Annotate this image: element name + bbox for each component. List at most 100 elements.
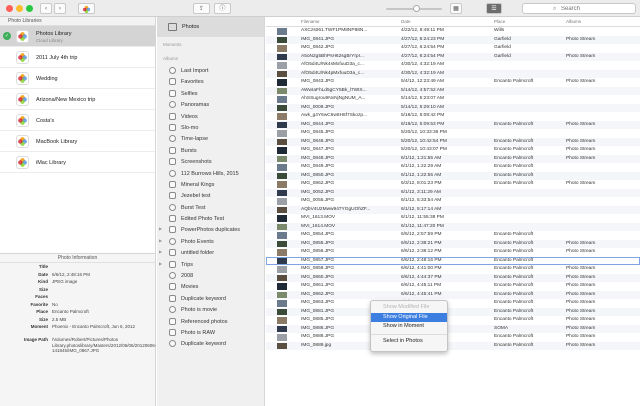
table-row[interactable]: IMG_0861.JPG 6/6/12, 4:45:11 PM Encanto Pa… bbox=[266, 282, 640, 291]
table-row[interactable]: AWwIaFhLd5gCY5Bk_l7WtX... 5/14/12, 4:57:5… bbox=[266, 86, 640, 95]
table-row[interactable]: IMG_0009.JPG 5/14/12, 5:29:10 AM bbox=[266, 103, 640, 112]
column-albums[interactable]: Albums bbox=[566, 19, 581, 24]
sidebar-item[interactable]: ▶ PowerPhotos duplicates bbox=[157, 224, 264, 235]
sidebar-item[interactable]: Panoramas bbox=[157, 99, 264, 110]
sidebar-item[interactable]: 2008 bbox=[157, 270, 264, 281]
photo-thumbnail[interactable] bbox=[277, 113, 287, 120]
disclosure-triangle-icon[interactable]: ▶ bbox=[159, 226, 162, 231]
photo-thumbnail[interactable] bbox=[277, 121, 287, 128]
table-row[interactable]: IMG_0862.JPG 6/3/12, 8:01:23 PM Encanto Pa… bbox=[266, 180, 640, 189]
library-item[interactable]: 2011 July 4th trip bbox=[0, 47, 155, 68]
photo-thumbnail[interactable] bbox=[277, 147, 287, 154]
photo-thumbnail[interactable] bbox=[277, 257, 287, 264]
table-row[interactable]: IMG_0848.JPG 6/1/12, 1:21:55 AM Encanto Pa… bbox=[266, 154, 640, 163]
sidebar-item[interactable]: Movies bbox=[157, 281, 264, 292]
photo-thumbnail[interactable] bbox=[277, 36, 287, 43]
column-filename[interactable]: Filename bbox=[301, 19, 320, 24]
photo-thumbnail[interactable] bbox=[277, 223, 287, 230]
back-button[interactable]: ‹ bbox=[40, 3, 52, 14]
sidebar-item[interactable]: Photo is RAW bbox=[157, 327, 264, 338]
table-row[interactable]: A5oN2g5BhPsH62sgBrYrpI... 4/27/12, 6:24:5… bbox=[266, 52, 640, 61]
table-row[interactable]: IMG_0844.JPG 6/19/12, 5:09:53 PM Encanto P… bbox=[266, 120, 640, 129]
sidebar-item[interactable]: Bursts bbox=[157, 145, 264, 156]
table-row[interactable]: AhSSugrou9NxNjNgNUM_A... 5/14/12, 5:23:07… bbox=[266, 95, 640, 104]
sidebar-item[interactable]: Duplicate keyword bbox=[157, 338, 264, 349]
photo-thumbnail[interactable] bbox=[277, 283, 287, 290]
photo-thumbnail[interactable] bbox=[277, 266, 287, 273]
photo-thumbnail[interactable] bbox=[277, 155, 287, 162]
photo-thumbnail[interactable] bbox=[277, 334, 287, 341]
photo-thumbnail[interactable] bbox=[277, 274, 287, 281]
table-row[interactable]: IMG_0858.JPG 6/6/12, 4:41:00 PM Encanto Pa… bbox=[266, 265, 640, 274]
menu-show-original-file[interactable]: Show Original File bbox=[371, 312, 447, 322]
photo-thumbnail[interactable] bbox=[277, 104, 287, 111]
sidebar-item[interactable]: Photo is movie bbox=[157, 304, 264, 315]
photo-thumbnail[interactable] bbox=[277, 317, 287, 324]
search-input[interactable] bbox=[561, 5, 631, 13]
library-item[interactable]: Wedding bbox=[0, 68, 155, 89]
photo-thumbnail[interactable] bbox=[277, 138, 287, 145]
photo-thumbnail[interactable] bbox=[277, 79, 287, 86]
forward-button[interactable]: › bbox=[54, 3, 66, 14]
disclosure-triangle-icon[interactable]: ▶ bbox=[159, 249, 162, 254]
table-row[interactable]: IMG_0850.JPG 6/1/12, 1:22:55 AM Encanto Pa… bbox=[266, 171, 640, 180]
sidebar-item[interactable]: Mineral Kings bbox=[157, 179, 264, 190]
column-date[interactable]: Date bbox=[401, 19, 411, 24]
zoom-slider-knob[interactable] bbox=[413, 5, 420, 12]
list-view-button[interactable]: ☰ bbox=[486, 3, 502, 14]
photo-thumbnail[interactable] bbox=[277, 70, 287, 77]
photo-thumbnail[interactable] bbox=[277, 172, 287, 179]
table-row[interactable]: MVI_1614.MOV 6/1/12, 11:47:20 PM bbox=[266, 222, 640, 231]
search-field[interactable]: ⌕ bbox=[522, 3, 636, 14]
sidebar-item-photos[interactable]: Photos bbox=[157, 17, 264, 37]
table-row[interactable]: AfO5d4U/Nk4pMxfuuD3a_c... 4/30/12, 4:32:1… bbox=[266, 69, 640, 78]
table-row[interactable]: IMG_0856.JPG 6/6/12, 2:38:12 PM Encanto Pa… bbox=[266, 248, 640, 257]
table-row[interactable]: IMG_0846.JPG 5/20/12, 10:42:54 PM Encanto … bbox=[266, 137, 640, 146]
table-row[interactable]: IMG_0841.JPG 4/27/12, 6:24:23 PM Garfield P… bbox=[266, 35, 640, 44]
sidebar-item[interactable]: Edited Photo Test bbox=[157, 213, 264, 224]
photo-thumbnail[interactable] bbox=[277, 325, 287, 332]
photos-app-button[interactable] bbox=[78, 3, 95, 14]
disclosure-triangle-icon[interactable]: ▶ bbox=[159, 238, 162, 243]
photo-thumbnail[interactable] bbox=[277, 45, 287, 52]
grid-view-button[interactable]: ▦ bbox=[450, 3, 462, 14]
table-row[interactable]: IMG_0845.JPG 5/20/12, 10:33:36 PM bbox=[266, 129, 640, 138]
sidebar-item[interactable]: 112 Burrows Hills, 2015 bbox=[157, 168, 264, 179]
photo-thumbnail[interactable] bbox=[277, 240, 287, 247]
sidebar-item[interactable]: ▶ Photo Events bbox=[157, 236, 264, 247]
menu-show-in-moment[interactable]: Show in Moment bbox=[371, 322, 447, 332]
minimize-window-button[interactable] bbox=[16, 5, 23, 12]
table-row[interactable]: MVI_1613.MOV 6/1/12, 11:55:38 PM bbox=[266, 214, 640, 223]
photo-thumbnail[interactable] bbox=[277, 249, 287, 256]
disclosure-triangle-icon[interactable]: ▶ bbox=[159, 261, 162, 266]
sidebar-item[interactable]: Screenshots bbox=[157, 156, 264, 167]
table-row[interactable]: IMG_0842.JPG 4/27/12, 6:24:54 PM Garfield bbox=[266, 44, 640, 53]
table-row[interactable]: IMG_0862.JPG 6/6/12, 4:45:41 PM Encanto Pa… bbox=[266, 290, 640, 299]
table-row[interactable]: Awk_g4Y6wC6w8H6f7Skozp... 5/18/12, 5:08:4… bbox=[266, 112, 640, 121]
table-row[interactable]: IMG_0860.JPG 6/6/12, 4:44:37 PM Encanto Pa… bbox=[266, 273, 640, 282]
column-place[interactable]: Place bbox=[494, 19, 505, 24]
sidebar-item[interactable]: Burst Test bbox=[157, 202, 264, 213]
photo-thumbnail[interactable] bbox=[277, 342, 287, 349]
sidebar-section-moments[interactable]: Moments bbox=[157, 37, 264, 51]
sidebar-item[interactable]: Selfies bbox=[157, 88, 264, 99]
photo-thumbnail[interactable] bbox=[277, 189, 287, 196]
share-button[interactable]: ⇪ bbox=[193, 3, 210, 14]
library-item[interactable]: MacBook Library bbox=[0, 131, 155, 152]
sidebar-item[interactable]: Jezebel test bbox=[157, 190, 264, 201]
table-row[interactable]: IMG_0052.JPG 6/1/12, 3:11:29 AM bbox=[266, 188, 640, 197]
photo-thumbnail[interactable] bbox=[277, 206, 287, 213]
photo-thumbnail[interactable] bbox=[277, 62, 287, 69]
sidebar-item[interactable]: Duplicate keyword bbox=[157, 293, 264, 304]
photo-thumbnail[interactable] bbox=[277, 96, 287, 103]
table-row[interactable]: AQbV4U2Mww947YGgUOhZF... 6/1/12, 5:17:14 … bbox=[266, 205, 640, 214]
photo-thumbnail[interactable] bbox=[277, 291, 287, 298]
table-row[interactable]: IMG_0857.JPG 6/6/12, 2:48:16 PM Encanto Pa… bbox=[266, 256, 640, 265]
sidebar-item[interactable]: Videos bbox=[157, 111, 264, 122]
sidebar-item[interactable]: Last Import bbox=[157, 65, 264, 76]
photo-thumbnail[interactable] bbox=[277, 164, 287, 171]
photo-thumbnail[interactable] bbox=[277, 215, 287, 222]
table-row[interactable]: IMG_0854.JPG 6/5/12, 2:57:59 PM Encanto Pa… bbox=[266, 231, 640, 240]
table-row[interactable]: AXCzs061.TWF1PM8NP88N... 4/22/12, 8:49:11… bbox=[266, 27, 640, 36]
sidebar-item[interactable]: Favorites bbox=[157, 76, 264, 87]
